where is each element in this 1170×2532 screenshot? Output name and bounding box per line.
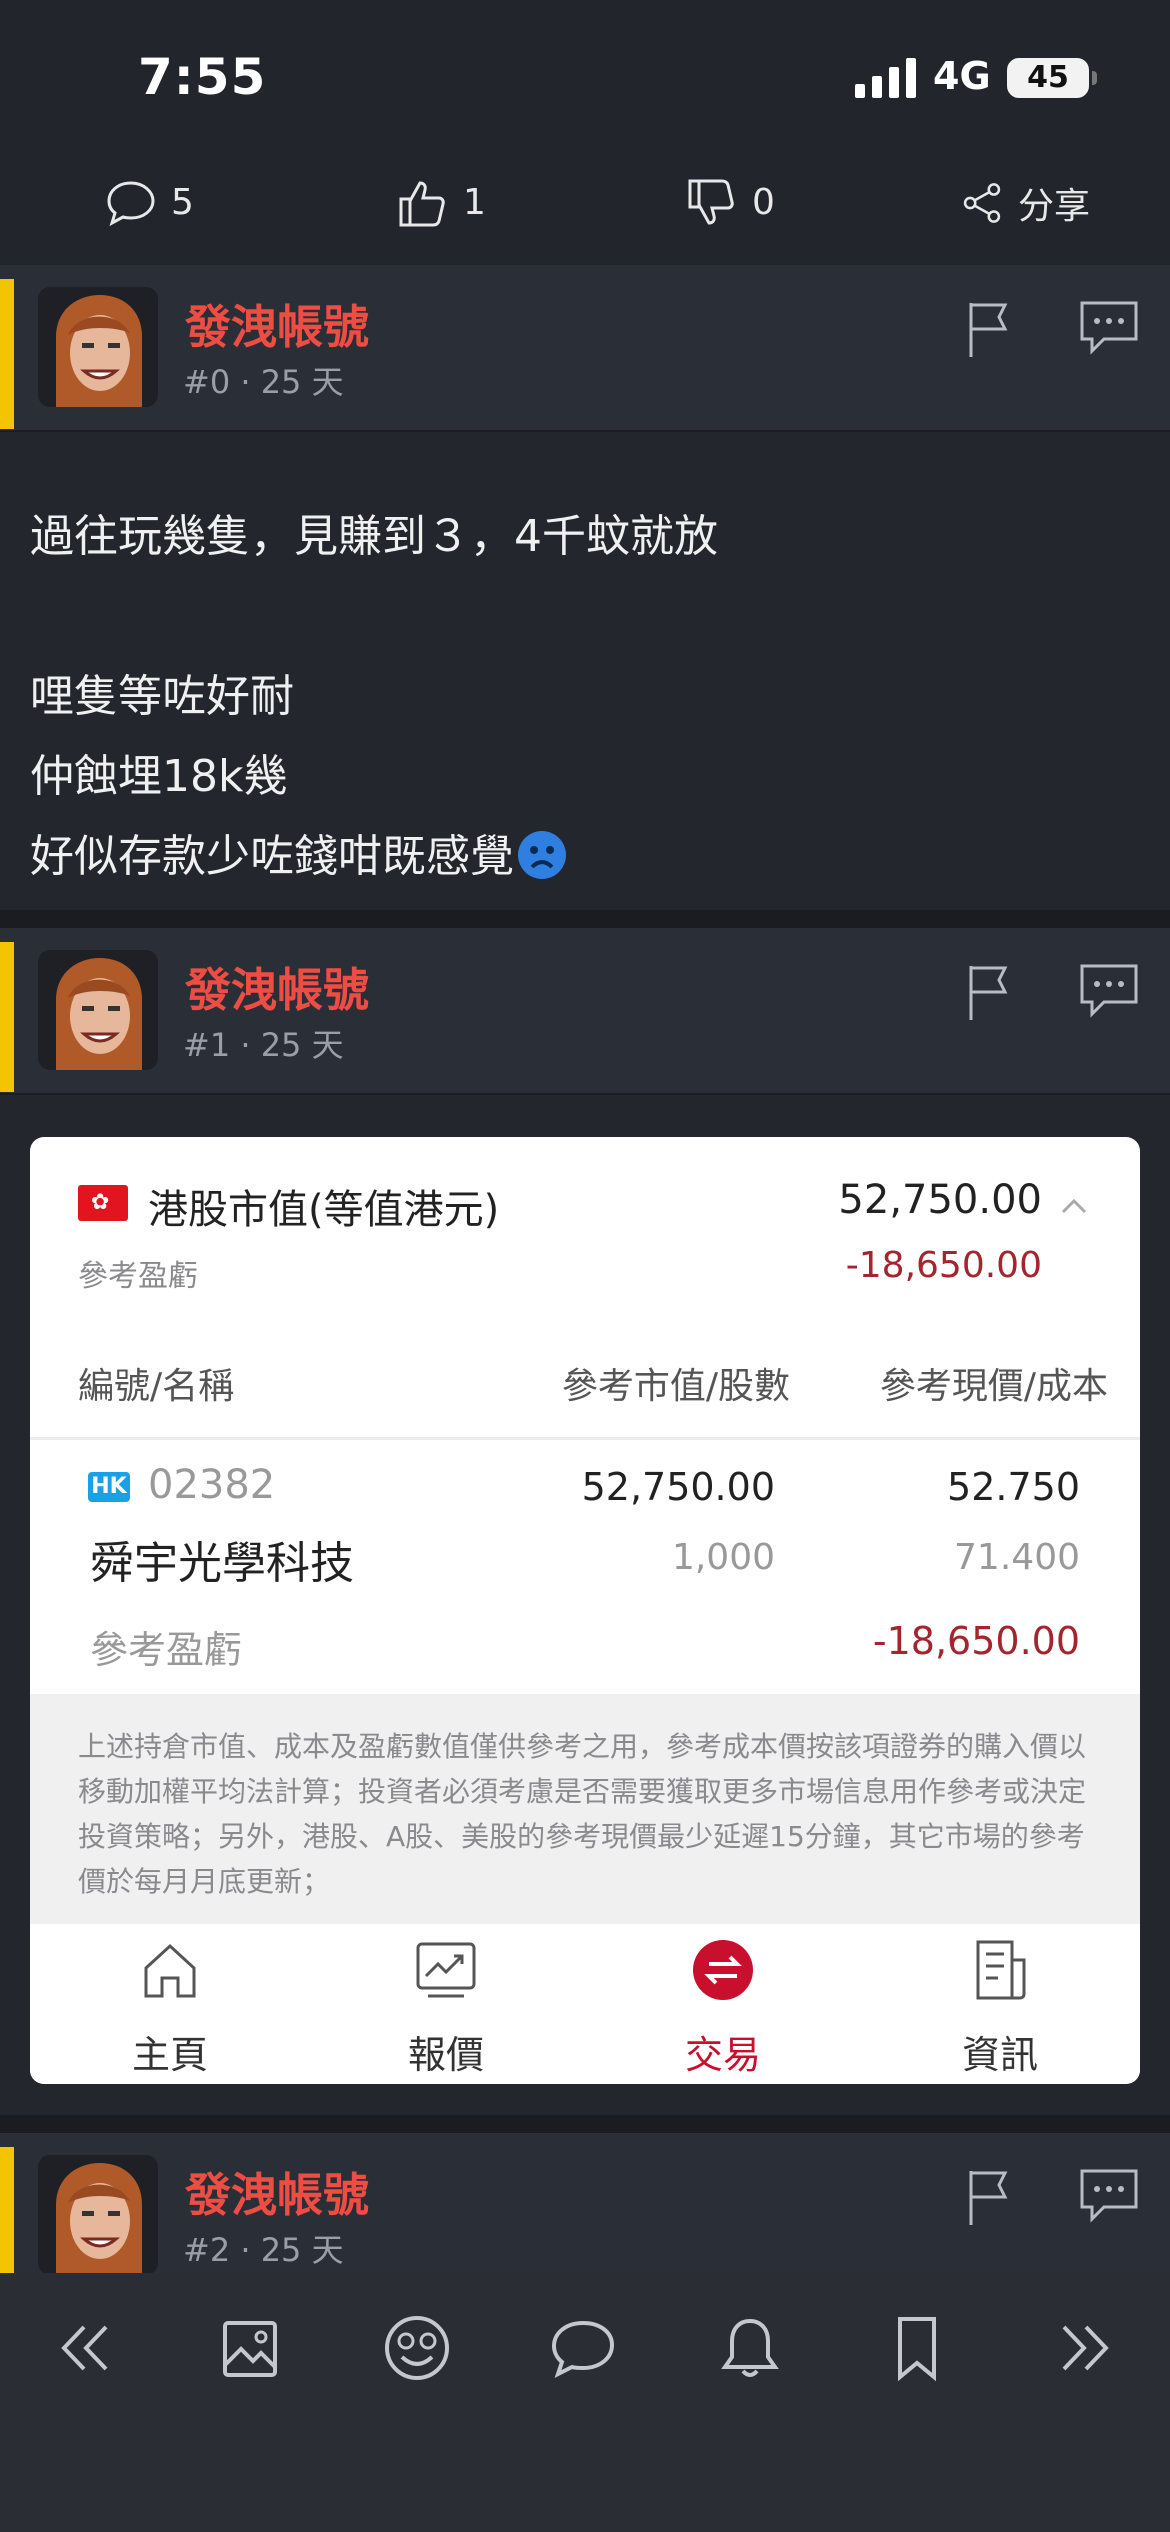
- post-number: #0: [183, 363, 231, 401]
- report-flag-icon[interactable]: [965, 962, 1015, 1022]
- post-text-line: 仲蝕埋18k幾: [30, 751, 288, 802]
- tab-label: 交易: [684, 2033, 761, 2077]
- avatar[interactable]: [38, 2155, 158, 2275]
- header-divider: [30, 1437, 1140, 1440]
- post-text: 好似存款少咗錢咁既感覺: [30, 831, 514, 882]
- username[interactable]: 發洩帳號: [185, 2159, 369, 2225]
- post-age: · 25 天: [240, 363, 344, 401]
- post-text-line: 過往玩幾隻，見賺到３，4千蚊就放: [30, 511, 718, 562]
- post-divider: [0, 910, 1170, 928]
- bell-icon[interactable]: [715, 2313, 785, 2383]
- post-header: 發洩帳號 #1 · 25 天: [0, 928, 1170, 1095]
- username[interactable]: 發洩帳號: [185, 954, 369, 1020]
- battery-icon: [1092, 71, 1097, 85]
- column-header-value: 參考市值/股數: [561, 1366, 790, 1407]
- image-icon[interactable]: [215, 2313, 285, 2383]
- post-number: #2: [183, 2231, 231, 2269]
- status-time: 7:55: [138, 48, 267, 106]
- status-bar: 7:55 4G 45: [0, 0, 1170, 140]
- comment-icon: [107, 180, 155, 226]
- stock-code[interactable]: 02382: [148, 1462, 275, 1508]
- post-text-line: 好似存款少咗錢咁既感覺: [30, 820, 566, 884]
- tab-label: 資訊: [961, 2033, 1038, 2077]
- post-number: #1: [183, 1026, 231, 1064]
- dislikes-count: 0: [752, 182, 775, 223]
- first-page-icon[interactable]: [50, 2313, 120, 2383]
- holding-pl-label: 參考盈虧: [90, 1628, 243, 1672]
- comments-button[interactable]: 5: [105, 140, 194, 265]
- tab-label: 報價: [407, 2033, 484, 2077]
- trade-icon: [693, 1940, 753, 2000]
- tab-home[interactable]: 主頁: [70, 1924, 270, 2084]
- sad-face-icon: [518, 831, 566, 879]
- post-text-line: 哩隻等咗好耐: [30, 671, 294, 722]
- username[interactable]: 發洩帳號: [185, 291, 369, 357]
- chart-icon: [416, 1942, 476, 1998]
- signal-icon: [855, 58, 916, 98]
- avatar-image: [56, 2163, 142, 2275]
- report-flag-icon[interactable]: [965, 299, 1015, 359]
- holding-market-value: 52,750.00: [581, 1465, 775, 1509]
- post-header: 發洩帳號 #0 · 25 天: [0, 265, 1170, 432]
- disclaimer-notice: 上述持倉市值、成本及盈虧數值僅供參考之用，參考成本價按該項證券的購入價以移動加權…: [30, 1694, 1140, 1924]
- tab-quotes[interactable]: 報價: [346, 1924, 546, 2084]
- portfolio-total-value: 52,750.00: [838, 1177, 1042, 1223]
- quote-reply-icon[interactable]: [1078, 299, 1140, 357]
- holding-pl-value: -18,650.00: [872, 1619, 1080, 1663]
- avatar[interactable]: [38, 950, 158, 1070]
- portfolio-pl-label: 參考盈虧: [78, 1259, 198, 1294]
- avatar-image: [56, 295, 142, 407]
- avatar[interactable]: [38, 287, 158, 407]
- holding-price: 52.750: [947, 1465, 1080, 1509]
- thumbs-up-icon: [399, 180, 445, 226]
- post-meta: #0 · 25 天: [183, 357, 344, 403]
- bookmark-icon[interactable]: [882, 2313, 952, 2383]
- post-action-bar: 5 1 0 分享: [0, 140, 1170, 265]
- author-highlight-bar: [0, 942, 14, 1092]
- quote-reply-icon[interactable]: [1078, 2167, 1140, 2225]
- comments-count: 5: [171, 182, 194, 223]
- reply-icon[interactable]: [548, 2313, 618, 2383]
- like-button[interactable]: 1: [397, 140, 486, 265]
- app-tab-bar: 主頁 報價 交易 資訊: [30, 1924, 1140, 2084]
- report-flag-icon[interactable]: [965, 2167, 1015, 2227]
- disclaimer-text: 上述持倉市值、成本及盈虧數值僅供參考之用，參考成本價按該項證券的購入價以移動加權…: [78, 1730, 1087, 1898]
- quote-reply-icon[interactable]: [1078, 962, 1140, 1020]
- hong-kong-flag-icon: ✿: [78, 1185, 128, 1221]
- tab-trade[interactable]: 交易: [623, 1924, 823, 2084]
- post-meta: #2 · 25 天: [183, 2225, 344, 2271]
- column-header-price: 參考現價/成本: [879, 1366, 1108, 1407]
- stock-name[interactable]: 舜宇光學科技: [90, 1527, 354, 1591]
- news-icon: [976, 1940, 1026, 2000]
- emoji-icon[interactable]: [382, 2313, 452, 2383]
- share-label: 分享: [1018, 185, 1091, 227]
- share-button[interactable]: 分享: [960, 140, 1090, 265]
- tab-news[interactable]: 資訊: [900, 1924, 1100, 2084]
- market-badge: HK: [88, 1472, 130, 1502]
- column-header-name: 編號/名稱: [78, 1366, 235, 1407]
- likes-count: 1: [463, 182, 486, 223]
- tab-label: 主頁: [131, 2033, 208, 2077]
- dislike-button[interactable]: 0: [686, 140, 775, 265]
- chevron-up-icon[interactable]: [1060, 1197, 1088, 1215]
- portfolio-screenshot: ✿ 港股市值(等值港元) 52,750.00 參考盈虧 -18,650.00 編…: [30, 1137, 1140, 2084]
- post-age: · 25 天: [240, 1026, 344, 1064]
- avatar-image: [56, 958, 142, 1070]
- thumbs-down-icon: [688, 179, 734, 225]
- last-page-icon[interactable]: [1050, 2313, 1120, 2383]
- home-icon: [144, 1943, 196, 1998]
- author-highlight-bar: [0, 279, 14, 429]
- holding-quantity: 1,000: [671, 1537, 775, 1578]
- post-divider: [0, 2115, 1170, 2133]
- post-age: · 25 天: [240, 2231, 344, 2269]
- bottom-toolbar: [0, 2273, 1170, 2532]
- network-type: 4G: [933, 54, 991, 98]
- post-body: 過往玩幾隻，見賺到３，4千蚊就放 哩隻等咗好耐 仲蝕埋18k幾 好似存款少咗錢咁…: [0, 432, 1170, 910]
- share-icon: [963, 182, 1001, 223]
- portfolio-title: 港股市值(等值港元): [148, 1187, 500, 1233]
- post-meta: #1 · 25 天: [183, 1020, 344, 1066]
- holding-cost: 71.400: [954, 1537, 1080, 1578]
- portfolio-pl-value: -18,650.00: [845, 1245, 1042, 1286]
- battery-level: 45: [1007, 58, 1089, 98]
